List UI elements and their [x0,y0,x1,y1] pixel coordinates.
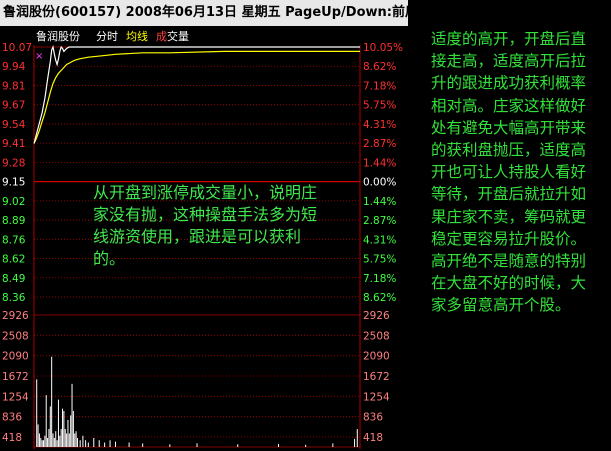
pct-tick-label: 5.75% [363,100,396,112]
stock-app-window: 鲁润股份(600157) 2008年06月13日 星期五 PageUp/Down… [0,0,611,451]
price-tick-label: 8.36 [2,292,26,304]
volume-tick-label: 2926 [2,310,29,322]
price-tick-label: 9.02 [2,196,25,208]
limit-up-marker-icon: × [35,51,43,62]
volume-tick-label: 2508 [2,330,29,342]
intraday-price-line [33,45,360,144]
volume-tick-label-right: 836 [363,412,383,424]
volume-tick-label: 2090 [2,351,29,363]
volume-tick-label-right: 1254 [363,391,390,403]
annotation-right: 适度的高开，开盘后直接走高，适度高开后拉升的跟进成功获利概率相对高。庄家这样做好… [431,30,587,315]
volume-tick-label: 1672 [2,371,29,383]
volume-tick-label: 418 [2,432,22,444]
legend-item-0: 分时 [96,30,118,43]
pct-tick-label: 4.31% [363,234,396,246]
price-tick-label: 9.15 [2,177,25,189]
pct-tick-label: 7.18% [363,273,396,285]
volume-tick-label-right: 1672 [363,371,390,383]
volume-tick-label-right: 418 [363,432,383,444]
price-tick-label: 8.62 [2,254,25,266]
legend-item-3: 交量 [167,29,189,43]
pct-tick-label: 8.62% [363,61,396,73]
price-tick-label: 8.49 [2,273,25,285]
price-tick-label: 9.41 [2,138,25,150]
volume-tick-label-right: 2090 [363,351,390,363]
legend-stock-name: 鲁润股份 [36,29,80,43]
legend-item-1: 均线 [126,29,148,43]
pct-tick-label: 4.31% [363,119,396,131]
price-tick-label: 8.76 [2,234,26,246]
window-title: 鲁润股份(600157) 2008年06月13日 星期五 PageUp/Down… [0,0,408,26]
annotation-left: 从开盘到涨停成交量小，说明庄家没有抛，这种操盘手法多为短线游资使用，跟进是可以获… [93,183,318,268]
price-tick-label: 9.54 [2,119,26,131]
pct-tick-label: 1.44% [363,157,396,169]
price-tick-label: 9.67 [2,100,25,112]
volume-tick-label-right: 2926 [363,310,390,322]
volume-tick-label: 836 [2,412,22,424]
price-tick-label: 9.94 [2,61,26,73]
price-tick-label: 9.28 [2,157,25,169]
price-tick-label: 9.81 [2,80,25,92]
price-tick-label: 10.07 [2,42,32,54]
pct-tick-label: 1.44% [363,196,396,208]
volume-tick-label-right: 2508 [363,330,390,342]
price-tick-label: 8.89 [2,215,25,227]
pct-tick-label: 10.05% [363,42,403,54]
avg-price-line [33,50,360,144]
legend-item-2: 成 [156,30,167,43]
pct-tick-label: 0.00% [363,177,396,189]
pct-tick-label: 8.62% [363,292,396,304]
volume-tick-label: 1254 [2,391,29,403]
pct-tick-label: 2.87% [363,215,396,227]
pct-tick-label: 7.18% [363,80,396,92]
pct-tick-label: 5.75% [363,254,396,266]
pct-tick-label: 2.87% [363,138,396,150]
